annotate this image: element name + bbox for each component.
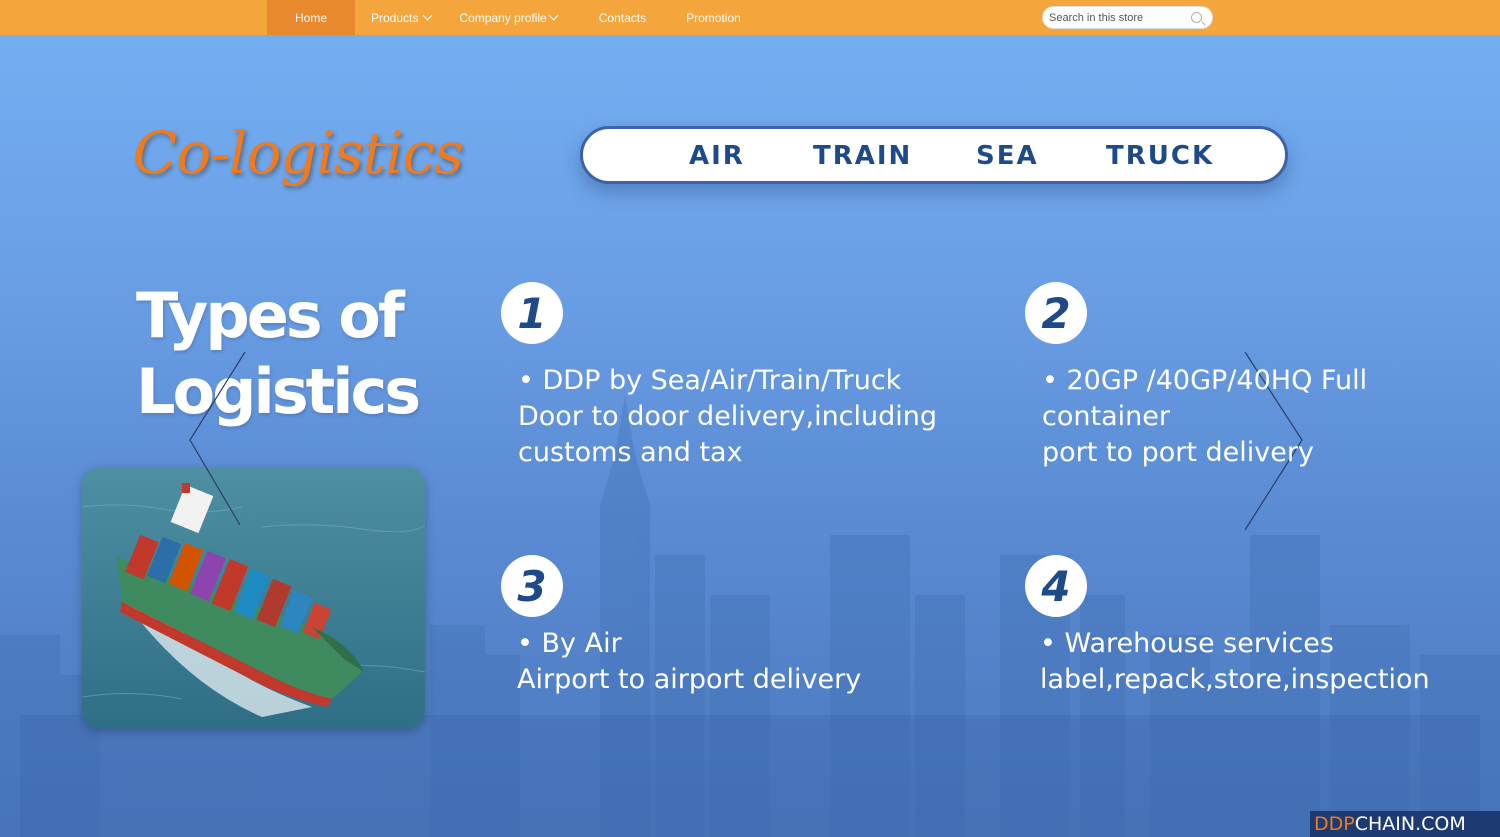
service-line: container [1042, 401, 1170, 432]
chevron-down-icon [422, 10, 433, 21]
store-search [1042, 6, 1213, 29]
mode-air[interactable]: AIR [689, 141, 745, 171]
mode-train[interactable]: TRAIN [813, 141, 912, 171]
watermark-rest: CHAIN.COM [1354, 813, 1466, 835]
service-line: Airport to airport delivery [517, 664, 862, 695]
service-item-4: • Warehouse services label,repack,store,… [1040, 626, 1430, 698]
nav-item-products[interactable]: Products [355, 0, 447, 35]
nav-item-label: Contacts [598, 10, 647, 25]
service-item-1: • DDP by Sea/Air/Train/Truck Door to doo… [518, 363, 937, 471]
search-input[interactable] [1049, 10, 1189, 26]
nav-item-label: Company profile [459, 10, 547, 25]
service-line: customs and tax [518, 437, 743, 468]
hero-banner: Co-logistics AIR TRAIN SEA TRUCK Types o… [0, 35, 1500, 837]
brand-logo-text: Co-logistics [133, 119, 464, 187]
nav-item-company-profile[interactable]: Company profile [447, 0, 572, 35]
top-nav-bar: Home Products Company profile Contacts P… [0, 0, 1500, 35]
watermark-accent: DDP [1314, 813, 1355, 835]
service-line: • Warehouse services [1040, 628, 1334, 659]
transport-modes-pill: AIR TRAIN SEA TRUCK [580, 126, 1288, 184]
section-title: Types of Logistics [136, 278, 436, 430]
nav-item-label: Home [294, 10, 327, 25]
service-line: • By Air [517, 628, 622, 659]
service-item-3: • By Air Airport to airport delivery [517, 626, 861, 698]
container-ship-image [82, 467, 425, 728]
main-nav: Home Products Company profile Contacts P… [267, 0, 757, 35]
section-title-line2: Logistics [136, 355, 421, 428]
nav-item-promotion[interactable]: Promotion [662, 0, 757, 35]
service-line: label,repack,store,inspection [1040, 664, 1430, 695]
watermark-logo: DDPCHAIN.COM [1310, 811, 1500, 837]
nav-item-label: Promotion [686, 10, 741, 25]
service-line: Door to door delivery,including [518, 401, 938, 432]
service-line: • 20GP /40GP/40HQ Full [1042, 365, 1368, 396]
step-badge-2: 2 [1025, 282, 1087, 344]
search-icon[interactable] [1191, 12, 1202, 23]
service-line: port to port delivery [1042, 437, 1314, 468]
nav-item-contacts[interactable]: Contacts [573, 0, 662, 35]
step-badge-1: 1 [501, 282, 563, 344]
chevron-down-icon [548, 10, 559, 21]
section-title-line1: Types of [136, 279, 405, 352]
mode-truck[interactable]: TRUCK [1106, 141, 1214, 171]
service-line: • DDP by Sea/Air/Train/Truck [518, 365, 902, 396]
service-item-2: • 20GP /40GP/40HQ Full container port to… [1042, 363, 1367, 471]
step-badge-3: 3 [501, 555, 563, 617]
step-badge-4: 4 [1025, 555, 1087, 617]
mode-sea[interactable]: SEA [976, 141, 1039, 171]
nav-item-label: Products [371, 10, 419, 25]
nav-item-home[interactable]: Home [267, 0, 355, 35]
